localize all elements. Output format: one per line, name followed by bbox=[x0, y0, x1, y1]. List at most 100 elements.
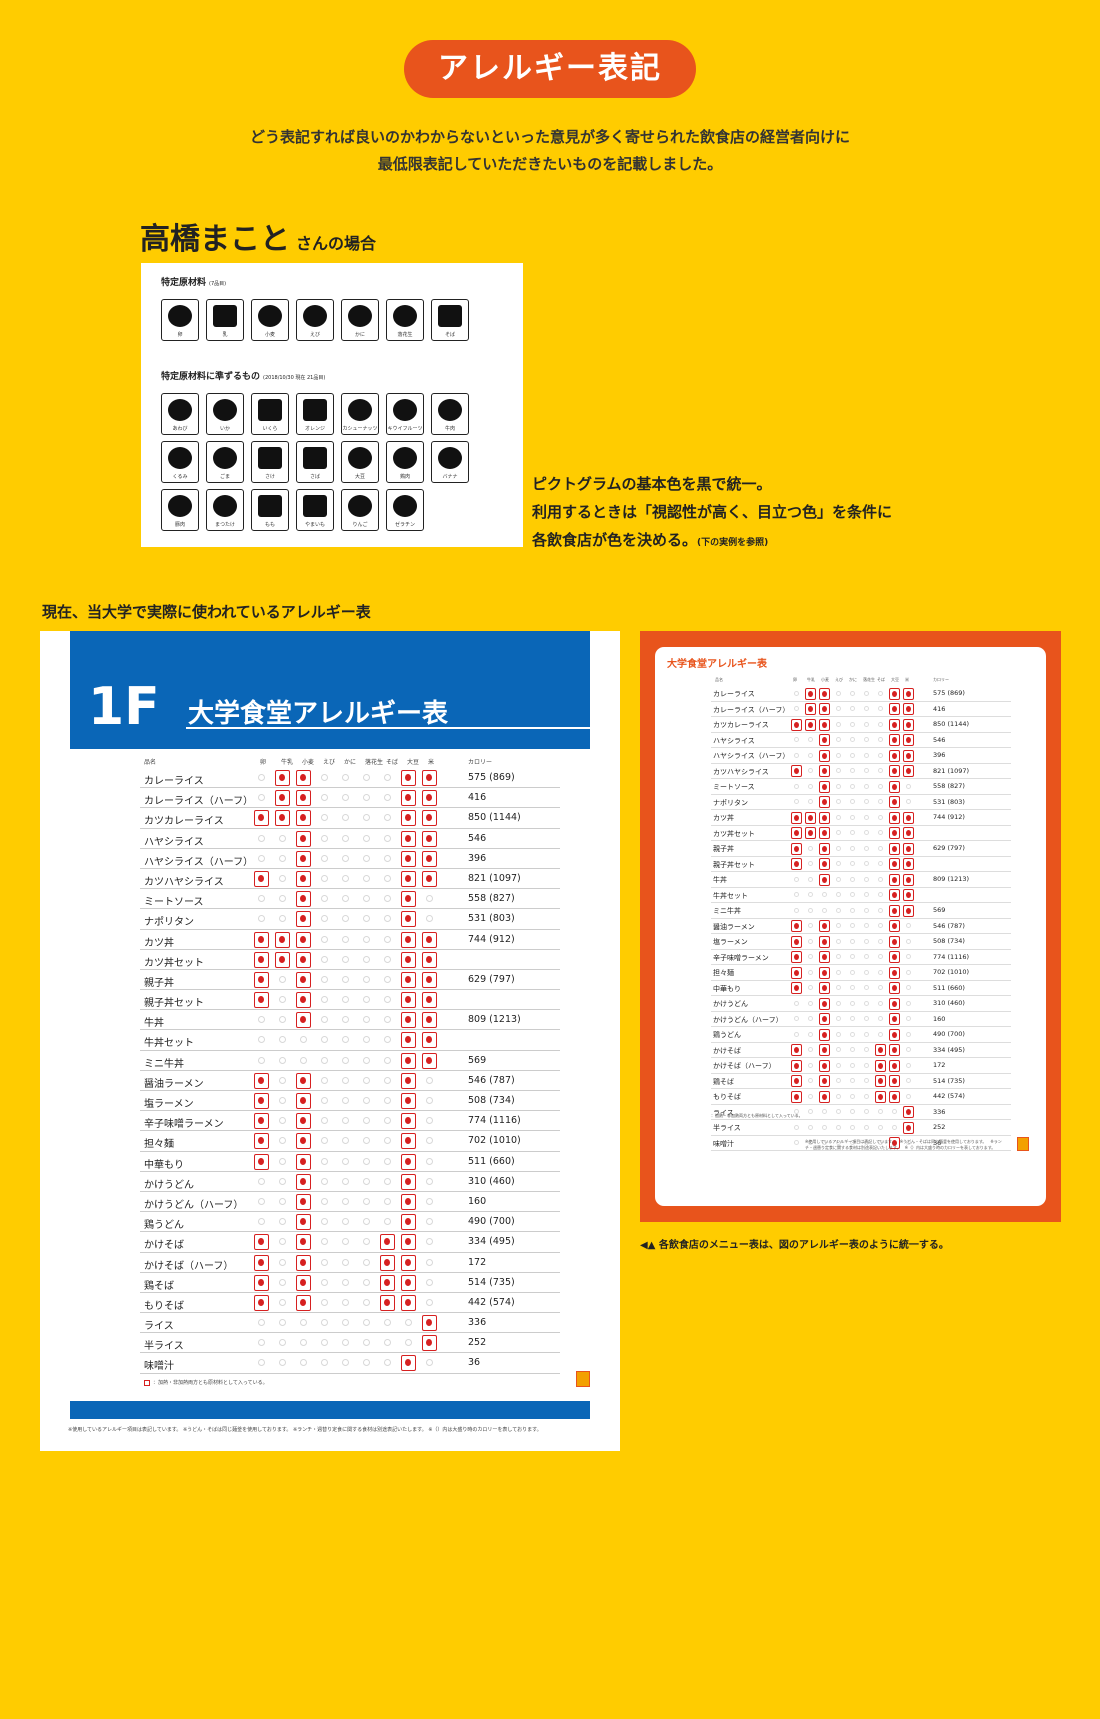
allergen-mark bbox=[279, 1056, 286, 1064]
small-allergen-mark bbox=[864, 845, 869, 851]
menu-item-kcal: 569 bbox=[468, 1054, 487, 1066]
allergen-cell-icon bbox=[338, 770, 353, 786]
allergen-mark bbox=[405, 1016, 411, 1024]
allergen-cell-icon bbox=[380, 1073, 395, 1089]
small-allergen-cell-icon bbox=[791, 781, 802, 793]
small-allergen-mark bbox=[892, 907, 897, 914]
allergen-mark bbox=[321, 955, 328, 963]
small-allergen-cell-icon bbox=[805, 811, 816, 824]
allergen-mark bbox=[258, 874, 264, 882]
allergen-mark bbox=[426, 774, 432, 781]
allergen-mark bbox=[363, 975, 370, 983]
small-allergen-mark bbox=[822, 985, 827, 991]
allergen-cell-icon bbox=[317, 1255, 332, 1271]
allergen-mark bbox=[342, 1319, 349, 1327]
allergen-cell-icon bbox=[401, 770, 416, 786]
small-allergen-cell-icon bbox=[847, 967, 858, 979]
small-allergen-cell-icon bbox=[833, 734, 844, 746]
allergen-mark bbox=[300, 1056, 307, 1064]
menu-item-kcal: 172 bbox=[468, 1256, 487, 1268]
menu-item-kcal: 821 (1097) bbox=[468, 872, 521, 884]
allergen-cell-icon bbox=[317, 831, 332, 847]
small-allergen-cell-icon bbox=[903, 873, 914, 886]
allergen-cell-icon bbox=[296, 911, 311, 928]
small-allergen-mark bbox=[878, 969, 883, 975]
small-allergen-mark bbox=[794, 954, 799, 960]
allergen-mark bbox=[426, 1036, 432, 1044]
allergen-mark bbox=[258, 1036, 265, 1044]
allergen-mark bbox=[426, 895, 433, 903]
small-allergen-mark bbox=[808, 1031, 813, 1037]
allergen-cell-icon bbox=[380, 1174, 395, 1190]
small-allergen-mark bbox=[892, 752, 897, 759]
allergen-mark bbox=[279, 1076, 286, 1084]
menu-item-name: かけそば bbox=[144, 1240, 184, 1252]
small-allergen-mark bbox=[878, 923, 883, 928]
small-allergen-cell-icon bbox=[833, 1013, 844, 1025]
allergen-mark bbox=[405, 1197, 411, 1205]
pictogram-g2-15-icon: まつたけ bbox=[206, 489, 244, 531]
small-allergen-mark bbox=[906, 845, 911, 852]
allergen-mark bbox=[384, 975, 391, 983]
small-allergen-mark bbox=[794, 721, 799, 728]
allergen-mark bbox=[384, 1218, 391, 1226]
small-allergen-cell-icon bbox=[875, 967, 886, 979]
small-allergen-cell-icon bbox=[819, 1090, 830, 1103]
allergen-mark bbox=[405, 975, 411, 983]
allergen-mark bbox=[426, 1359, 433, 1367]
allergen-cell-icon bbox=[380, 992, 395, 1008]
table-footnote: ※使用しているアレルギー項目は表記しています。 ※うどん・そばは同じ麺釜を使用し… bbox=[68, 1427, 542, 1433]
small-menu-item-kcal: 575 (869) bbox=[933, 689, 965, 697]
allergen-mark bbox=[300, 1117, 306, 1125]
allergen-cell-icon bbox=[296, 850, 311, 867]
small-allergen-mark bbox=[892, 830, 897, 836]
allergen-cell-icon bbox=[380, 952, 395, 968]
allergen-cell-icon bbox=[317, 871, 332, 887]
allergen-cell-icon bbox=[254, 1214, 269, 1230]
allergen-mark bbox=[342, 915, 349, 923]
allergen-cell-icon bbox=[359, 790, 374, 806]
small-allergen-mark bbox=[892, 1016, 897, 1022]
allergen-cell-icon bbox=[359, 1053, 374, 1069]
allergen-cell-icon bbox=[422, 1133, 437, 1149]
small-allergen-mark bbox=[850, 969, 855, 975]
pictogram-g2-4-icon: カシューナッツ bbox=[341, 393, 379, 435]
pictogram-caption: 豚肉 bbox=[174, 522, 185, 528]
allergen-mark bbox=[279, 1359, 286, 1367]
small-allergen-cell-icon bbox=[903, 1106, 914, 1118]
small-allergen-cell-icon bbox=[861, 920, 872, 932]
allergen-cell-icon bbox=[401, 931, 416, 948]
allergen-mark bbox=[279, 915, 286, 923]
pictogram-caption: オレンジ bbox=[304, 426, 325, 432]
pictogram-g1-5-icon: 落花生 bbox=[386, 299, 424, 341]
small-allergen-cell-icon bbox=[875, 750, 886, 762]
small-allergen-mark bbox=[864, 1016, 869, 1021]
small-allergen-mark bbox=[794, 907, 799, 913]
allergen-mark bbox=[405, 1076, 411, 1084]
small-allergen-mark bbox=[906, 1047, 911, 1052]
allergen-cell-icon bbox=[380, 770, 395, 786]
allergen-mark bbox=[321, 1278, 328, 1286]
allergen-cell-icon bbox=[338, 1355, 353, 1371]
pictogram-caption: そば bbox=[444, 332, 455, 338]
allergen-cell-icon bbox=[254, 891, 269, 907]
allergen-cell-icon bbox=[422, 1174, 437, 1190]
small-allergen-mark bbox=[878, 954, 883, 959]
allergen-cell-icon bbox=[254, 770, 269, 786]
allergen-mark bbox=[384, 955, 391, 963]
small-table-row: カレーライス 575 (869) bbox=[711, 686, 1011, 702]
allergen-cell-icon bbox=[296, 1153, 311, 1170]
small-allergen-mark bbox=[836, 861, 841, 866]
allergen-mark bbox=[279, 834, 286, 842]
small-allergen-mark bbox=[808, 721, 813, 728]
allergen-cell-icon bbox=[254, 971, 269, 988]
small-allergen-mark bbox=[906, 861, 911, 867]
allergen-mark bbox=[279, 975, 286, 983]
allergen-cell-icon bbox=[401, 1335, 416, 1351]
allergen-cell-icon bbox=[275, 891, 290, 907]
small-allergen-mark bbox=[794, 1000, 799, 1006]
allergen-cell-icon bbox=[422, 951, 437, 968]
table-row: 親子丼 629 (797) bbox=[140, 970, 560, 991]
allergen-mark bbox=[321, 814, 328, 822]
small-allergen-mark bbox=[864, 799, 869, 804]
